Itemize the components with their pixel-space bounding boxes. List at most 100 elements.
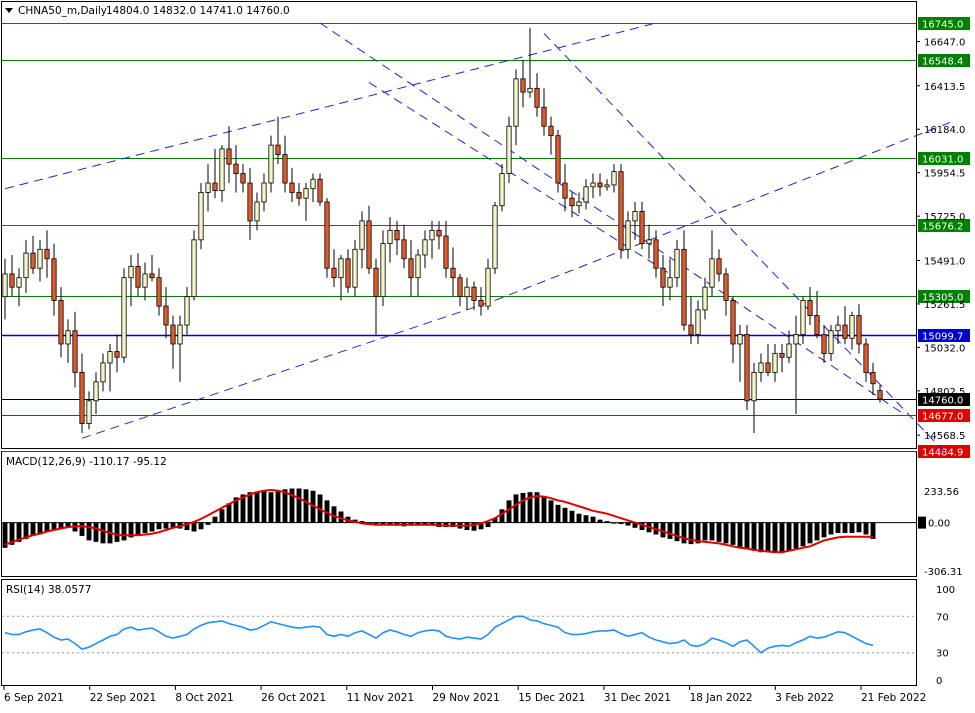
candle-body [23, 252, 29, 279]
macd-bar [702, 522, 708, 541]
candle-body [289, 182, 295, 193]
candle-body [534, 87, 540, 108]
macd-bar [212, 516, 218, 523]
candle-body [807, 300, 813, 316]
candle-body [723, 273, 729, 301]
rsi-y-tick-label: 100 [936, 585, 955, 596]
y-tick-label: 15032.0 [924, 343, 965, 354]
y-tick-label: 14568.5 [924, 431, 965, 442]
candle-body [877, 390, 883, 400]
candle-body [275, 144, 281, 156]
candle-body [394, 229, 400, 241]
macd-bar [758, 522, 764, 553]
rsi-y-tick-label: 30 [936, 649, 949, 660]
candle-body [485, 267, 491, 307]
candle-body [744, 334, 750, 402]
price-tag-label: 14484.9 [922, 448, 963, 459]
macd-bar [485, 522, 491, 528]
candle-body [436, 229, 442, 237]
macd-bar [275, 490, 281, 523]
macd-bar [597, 519, 603, 523]
candle-body [198, 192, 204, 241]
candle-body [128, 265, 134, 279]
candle-body [695, 309, 701, 335]
candle-body [408, 258, 414, 279]
candle-body [16, 277, 22, 288]
candle-body [625, 220, 631, 250]
candle-body [219, 148, 225, 191]
candle-body [114, 351, 120, 358]
candle-body [282, 154, 288, 184]
candle-body [597, 182, 603, 188]
candle-body [513, 78, 519, 127]
macd-zero-tag [918, 516, 926, 529]
macd-bar [772, 522, 778, 553]
rsi-y-tick-label: 70 [936, 612, 949, 623]
candle-body [856, 315, 862, 345]
candle [618, 164, 624, 259]
candle-body [366, 220, 372, 269]
y-tick-label: 15954.5 [924, 169, 965, 180]
macd-bar [723, 522, 729, 544]
x-tick-label: 29 Nov 2021 [433, 692, 500, 704]
macd-bar [163, 522, 169, 529]
macd-bar [86, 522, 92, 541]
macd-bar [856, 522, 862, 533]
macd-bar [625, 522, 631, 526]
candle-body [170, 324, 176, 345]
macd-bar [198, 522, 204, 530]
macd-bar [765, 522, 771, 553]
candle-body [709, 258, 715, 288]
x-tick-label: 8 Oct 2021 [175, 692, 233, 704]
candle [744, 325, 750, 411]
candle-body [604, 184, 610, 188]
macd-bar [513, 494, 519, 523]
candle-body [303, 188, 309, 199]
macd-bar [247, 492, 253, 523]
candle-body [310, 178, 316, 190]
candle-body [317, 178, 323, 203]
candle-body [254, 201, 260, 222]
candle-body [422, 239, 428, 256]
candle-body [639, 211, 645, 245]
macd-bar [674, 522, 680, 542]
candle-body [786, 343, 792, 358]
candle-body [646, 239, 652, 245]
candle-body [191, 239, 197, 298]
candle-body [2, 273, 8, 298]
candle-body [681, 248, 687, 326]
macd-bar [828, 522, 834, 535]
candle [506, 116, 512, 184]
x-tick-label: 31 Dec 2021 [604, 692, 671, 704]
x-tick-label: 26 Oct 2021 [261, 692, 326, 704]
candle-body [492, 205, 498, 269]
candle-body [100, 362, 106, 383]
candle-body [86, 400, 92, 424]
candle-body [331, 267, 337, 279]
candle-body [667, 277, 673, 288]
price-tag-label: 15099.7 [922, 332, 963, 343]
candle-body [296, 192, 302, 199]
symbol-label: CHNA50_m,Daily [18, 5, 107, 17]
macd-bar [149, 522, 155, 532]
macd-bar [296, 488, 302, 523]
candle-body [555, 135, 561, 184]
candle [198, 183, 204, 250]
y-tick-label: 15491.0 [924, 256, 965, 267]
candle-body [737, 334, 743, 345]
macd-bar [583, 515, 589, 523]
candle-body [93, 381, 99, 402]
candle-body [814, 315, 820, 335]
candle-body [338, 258, 344, 279]
candle-body [758, 362, 764, 373]
y-tick-label: 16184.0 [924, 125, 965, 136]
candle-body [779, 353, 785, 358]
macd-bar [744, 522, 750, 550]
candle-body [30, 252, 36, 269]
candle-body [583, 186, 589, 203]
macd-y-tick-label: -306.31 [924, 567, 963, 578]
price-tag-label: 14677.0 [922, 412, 963, 423]
macd-bar [716, 522, 722, 542]
macd-bar [226, 503, 232, 523]
candle-body [9, 273, 15, 288]
